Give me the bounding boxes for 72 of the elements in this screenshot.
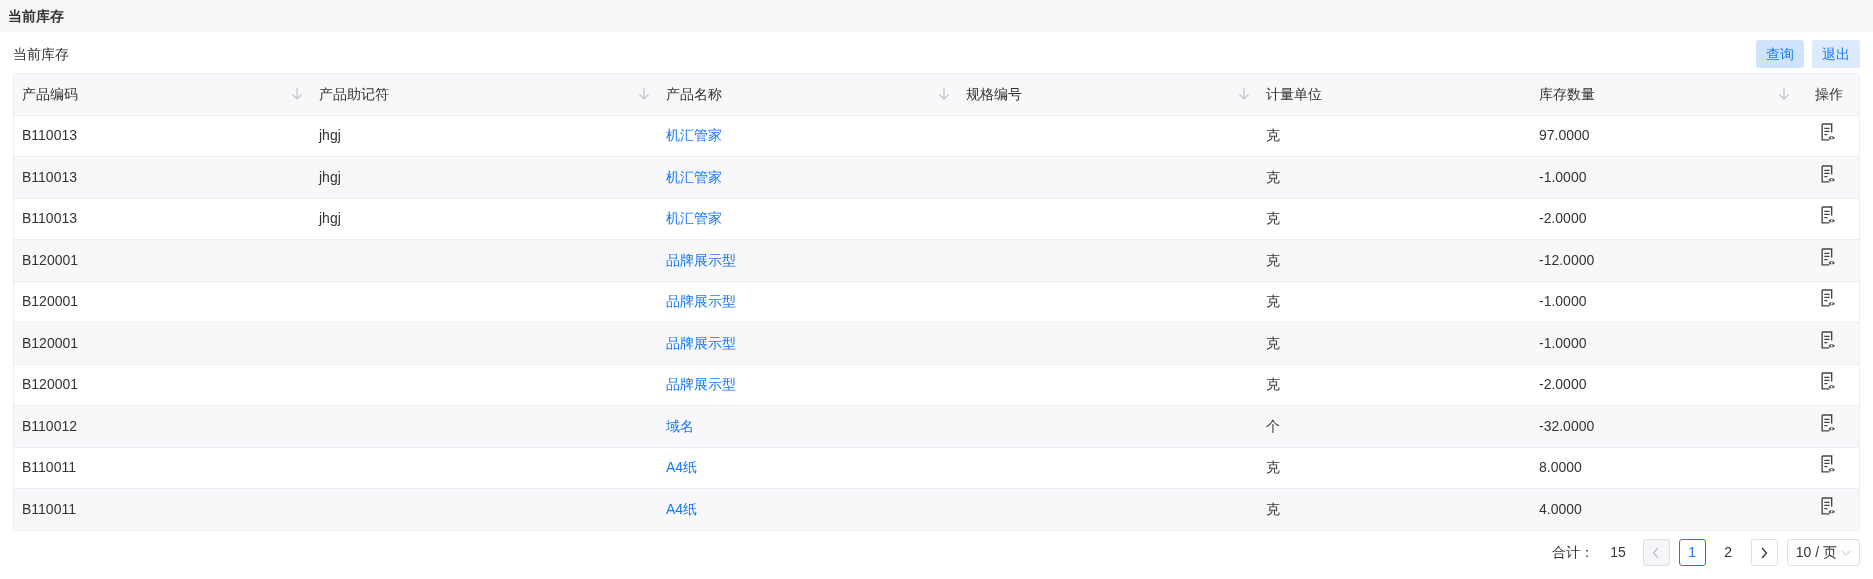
caret-icon: [1841, 549, 1851, 556]
table-cell: -1.0000: [1539, 168, 1587, 185]
query-button[interactable]: 查询: [1756, 40, 1804, 68]
table-cell: B110013: [22, 127, 77, 144]
product-link[interactable]: 机汇管家: [666, 210, 722, 227]
table-cell: B120001: [22, 376, 79, 393]
table-cell: -1.0000: [1539, 334, 1587, 351]
table-cell: 克: [1266, 501, 1280, 517]
table-cell: -1.0000: [1539, 293, 1587, 310]
product-link[interactable]: A4纸: [666, 459, 698, 476]
table-cell: 克: [1266, 168, 1280, 185]
next-page-button[interactable]: [1750, 539, 1778, 566]
table-cell: 8.0000: [1539, 459, 1582, 476]
table-cell: 克: [1266, 293, 1280, 310]
table-cell: -2.0000: [1539, 376, 1587, 393]
table-cell: -32.0000: [1539, 417, 1595, 434]
table-cell: B120001: [22, 293, 79, 310]
product-link[interactable]: 机汇管家: [666, 168, 722, 185]
view-document-icon[interactable]: [1820, 247, 1837, 267]
section-title: 当前库存: [13, 44, 69, 64]
table-cell: jhgj: [319, 210, 341, 227]
table-cell: B110013: [22, 210, 77, 227]
page-title: 当前库存: [8, 6, 64, 26]
column-header: 规格编号: [966, 84, 1022, 104]
view-document-icon[interactable]: [1820, 413, 1837, 433]
chevron-right-icon: [1760, 546, 1769, 559]
product-link[interactable]: 品牌展示型: [666, 251, 736, 268]
column-header: 产品助记符: [319, 84, 389, 104]
column-header: 操作: [1814, 84, 1843, 104]
total-label: 合计：: [1552, 543, 1595, 562]
total-count: 15: [1610, 543, 1626, 562]
column-header: 产品名称: [666, 84, 722, 104]
table-cell: 克: [1266, 127, 1280, 144]
product-link[interactable]: 品牌展示型: [666, 376, 736, 393]
view-document-icon[interactable]: [1820, 330, 1837, 350]
page-size-select[interactable]: 10 / 页: [1786, 539, 1860, 566]
table-cell: -2.0000: [1539, 210, 1587, 227]
table-cell: B120001: [22, 334, 79, 351]
view-document-icon[interactable]: [1820, 206, 1837, 226]
exit-button[interactable]: 退出: [1812, 40, 1860, 68]
column-header: 库存数量: [1539, 84, 1595, 104]
table-cell: B110012: [22, 417, 77, 434]
table-cell: 克: [1266, 459, 1280, 476]
page-button[interactable]: 1: [1678, 539, 1706, 566]
view-document-icon[interactable]: [1820, 123, 1837, 143]
table-cell: -12.0000: [1539, 251, 1595, 268]
product-link[interactable]: 域名: [666, 417, 694, 434]
table-cell: 个: [1266, 417, 1280, 434]
view-document-icon[interactable]: [1820, 164, 1837, 184]
view-document-icon[interactable]: [1820, 289, 1837, 309]
table-cell: jhgj: [319, 127, 341, 144]
product-link[interactable]: 机汇管家: [666, 127, 722, 144]
table-cell: 97.0000: [1539, 127, 1590, 144]
table-cell: B110013: [22, 168, 77, 185]
table-cell: B120001: [22, 251, 79, 268]
view-document-icon[interactable]: [1820, 497, 1837, 516]
table-cell: 克: [1266, 334, 1280, 351]
column-header: 计量单位: [1266, 84, 1322, 104]
view-document-icon[interactable]: [1820, 372, 1837, 392]
product-link[interactable]: 品牌展示型: [666, 334, 736, 351]
table-cell: 克: [1266, 210, 1280, 227]
chevron-left-icon: [1652, 546, 1661, 559]
table-cell: jhgj: [319, 168, 341, 185]
product-link[interactable]: A4纸: [666, 501, 698, 517]
table-cell: B110011: [22, 459, 76, 476]
table-cell: 克: [1266, 376, 1280, 393]
table-cell: B110011: [22, 501, 76, 517]
table-cell: 4.0000: [1539, 501, 1582, 517]
view-document-icon[interactable]: [1820, 455, 1837, 475]
product-link[interactable]: 品牌展示型: [666, 293, 736, 310]
table-cell: 克: [1266, 251, 1280, 268]
column-header: 产品编码: [22, 84, 78, 104]
